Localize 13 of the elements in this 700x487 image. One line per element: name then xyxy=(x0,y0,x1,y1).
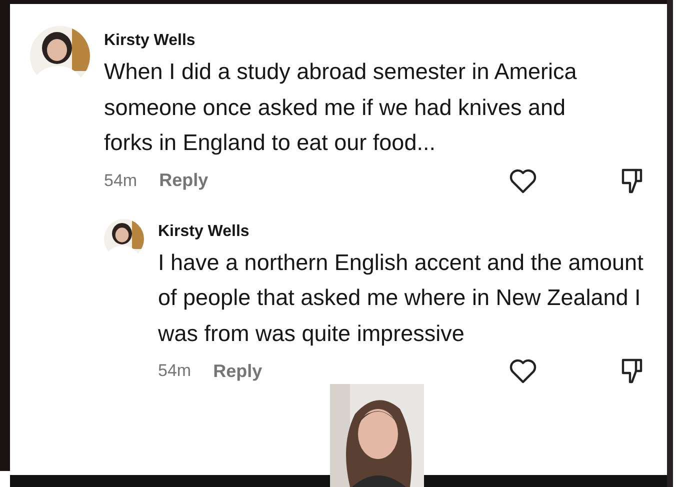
author-name[interactable]: Kirsty Wells xyxy=(158,222,250,240)
thumbs-down-icon[interactable] xyxy=(619,357,645,385)
comment-text: When I did a study abroad semester in America someone once asked me if we had knives and forks in England to eat our food... xyxy=(104,58,578,157)
thumbs-down-icon[interactable] xyxy=(619,166,645,194)
heart-icon[interactable] xyxy=(509,168,537,194)
timestamp: 54m xyxy=(104,170,138,190)
comment-text: I have a northern English accent and the amount of people that asked me where in New Zealand I was from was quite impressive xyxy=(158,248,644,348)
avatar[interactable] xyxy=(104,218,144,258)
heart-icon[interactable] xyxy=(509,358,537,384)
timestamp: 54m xyxy=(158,361,192,381)
author-name[interactable]: Kirsty Wells xyxy=(104,32,196,50)
reply-link[interactable]: Reply xyxy=(159,170,208,191)
reply-link[interactable]: Reply xyxy=(213,360,262,382)
